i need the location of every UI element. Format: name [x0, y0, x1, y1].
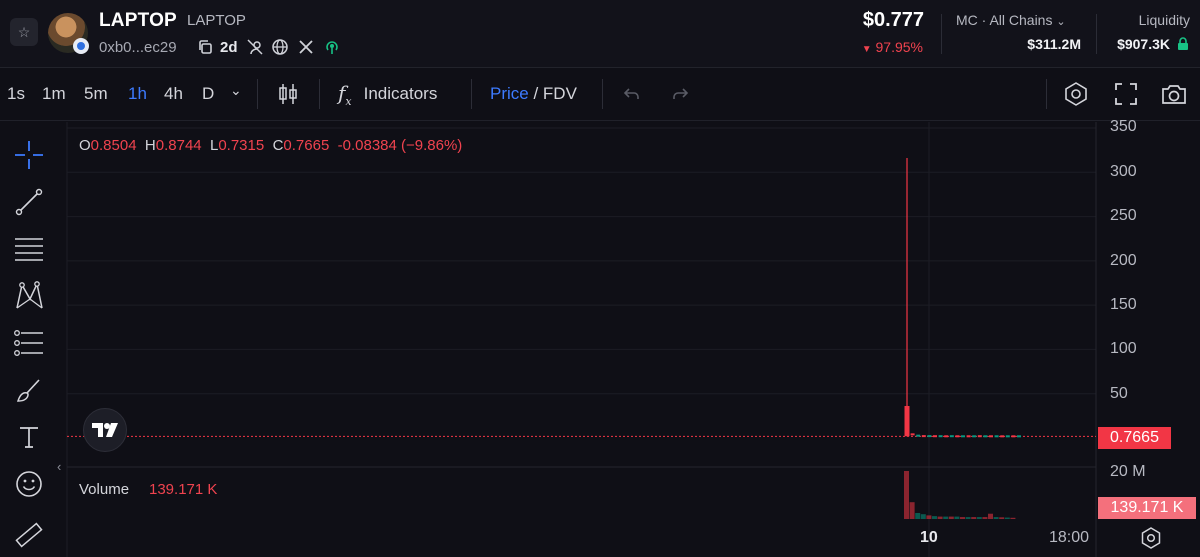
- volume-bar: [926, 515, 932, 519]
- y-axis-tick: 350: [1110, 118, 1137, 135]
- candle-body: [955, 435, 960, 438]
- volume-bar: [904, 471, 909, 519]
- candle-body: [961, 435, 965, 438]
- candle-body: [1011, 435, 1016, 438]
- x-axis-tick: 18:00: [1049, 529, 1090, 546]
- low-value: 0.7315: [218, 137, 265, 154]
- candle-body: [933, 435, 937, 438]
- volume-bar: [999, 517, 1005, 519]
- volume-label: Volume: [79, 481, 130, 498]
- volume-bars-group: [904, 471, 1016, 519]
- volume-bar: [982, 517, 988, 519]
- collapse-sidebar-chevron-icon[interactable]: ‹: [57, 459, 61, 474]
- y-axis-tick: 300: [1110, 163, 1137, 180]
- candle-body: [904, 406, 910, 437]
- volume-bar: [920, 514, 926, 519]
- tradingview-logo[interactable]: [83, 408, 127, 452]
- volume-bar: [976, 517, 982, 519]
- current-price-tag: 0.7665: [1098, 427, 1171, 449]
- volume-bar: [909, 502, 915, 519]
- y-axis-tick: 200: [1110, 252, 1137, 269]
- volume-bar: [1010, 517, 1016, 519]
- price-chart-canvas[interactable]: [0, 0, 1200, 557]
- volume-bar: [943, 516, 949, 519]
- volume-value: 139.171 K: [149, 481, 218, 498]
- candle-body: [944, 435, 949, 438]
- candle-body: [938, 435, 943, 438]
- candle-body: [910, 433, 915, 436]
- close-key: C: [272, 137, 284, 154]
- volume-axis-label: 20 M: [1110, 463, 1146, 480]
- y-axis-tick: 250: [1110, 207, 1137, 224]
- candle-body: [994, 435, 999, 438]
- volume-bar: [954, 516, 960, 519]
- tradingview-tv-icon: [92, 423, 118, 437]
- candle-body: [1005, 435, 1010, 438]
- y-axis-tick: 100: [1110, 340, 1137, 357]
- volume-bar: [948, 516, 954, 519]
- chart-app: ☆ LAPTOP LAPTOP 0xb0...ec29 2d $0.777 ▼ …: [0, 0, 1200, 557]
- y-axis-tick: 150: [1110, 296, 1137, 313]
- volume-bar: [965, 517, 971, 519]
- axis-settings-button[interactable]: [1140, 527, 1162, 549]
- volume-bar: [960, 517, 965, 519]
- high-key: H: [144, 137, 156, 154]
- volume-bar: [993, 517, 999, 519]
- candle-body: [916, 434, 921, 437]
- open-key: O: [79, 137, 91, 154]
- gear-icon: [1141, 527, 1161, 549]
- candle-body: [949, 435, 954, 438]
- candle-body: [921, 435, 926, 438]
- volume-price-tag: 139.171 K: [1098, 497, 1196, 519]
- x-axis-tick: 10: [920, 529, 938, 546]
- candle-body: [989, 435, 993, 438]
- ohlc-legend: O0.8504 H0.8744 L0.7315 C0.7665 -0.08384…: [79, 137, 462, 154]
- ohlc-change: -0.08384 (−9.86%): [337, 137, 463, 154]
- open-value: 0.8504: [90, 137, 137, 154]
- candle-body: [1000, 435, 1005, 438]
- volume-bar: [988, 513, 993, 519]
- volume-bar: [971, 517, 977, 519]
- candle-body: [972, 435, 977, 438]
- chart-grid: [66, 122, 1096, 557]
- volume-bar: [932, 516, 937, 519]
- candle-body: [977, 435, 982, 438]
- volume-bar: [937, 516, 943, 519]
- volume-bar: [915, 513, 921, 519]
- candle-body: [983, 435, 988, 438]
- candles-group: [904, 158, 1021, 438]
- close-value: 0.7665: [283, 137, 330, 154]
- candle-body: [966, 435, 971, 438]
- candle-body: [1017, 435, 1021, 438]
- candle-body: [927, 435, 932, 438]
- volume-bar: [1004, 517, 1010, 519]
- y-axis-tick: 50: [1110, 385, 1128, 402]
- high-value: 0.8744: [155, 137, 202, 154]
